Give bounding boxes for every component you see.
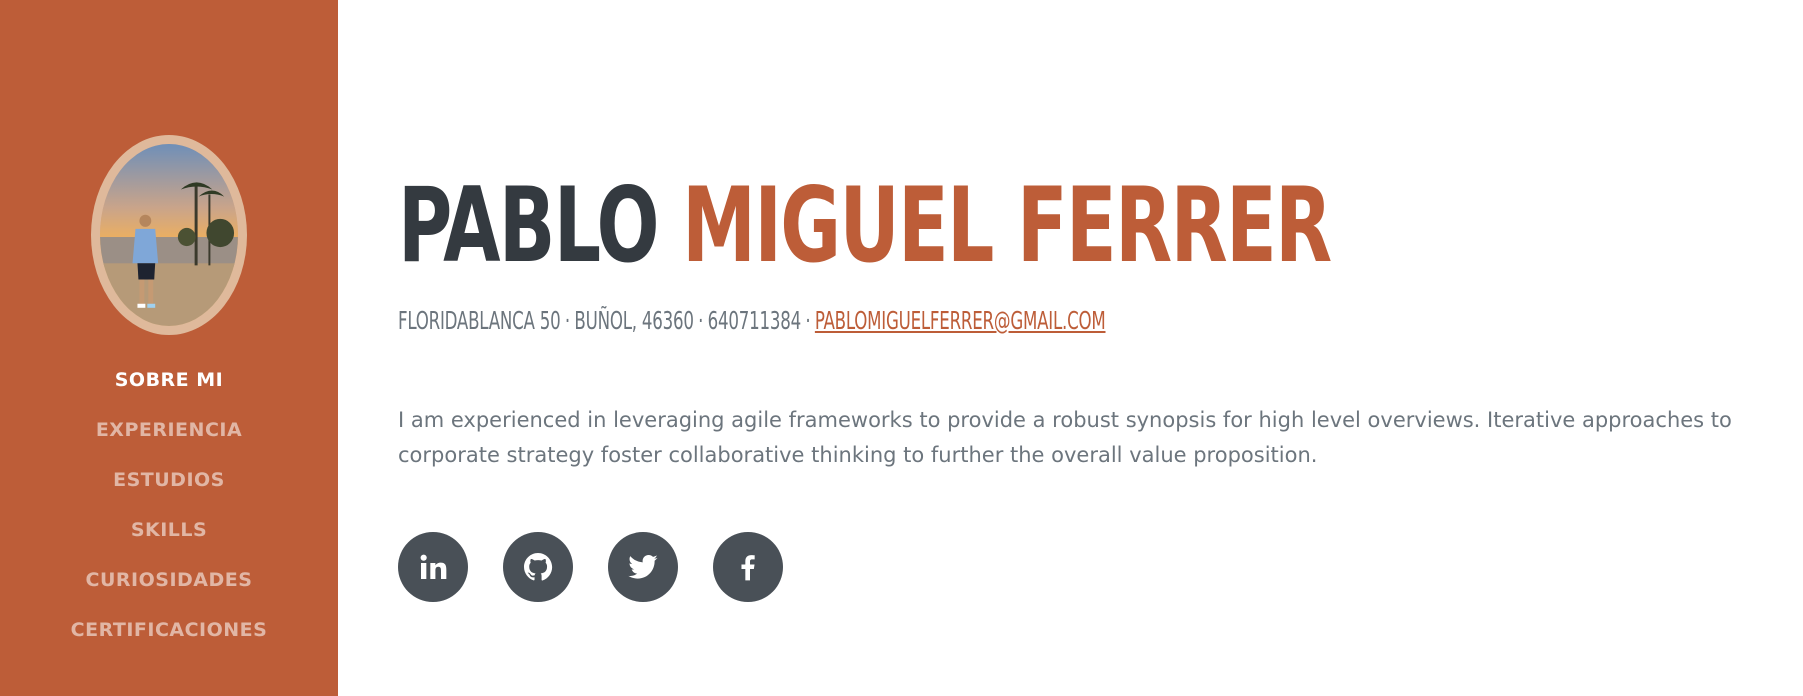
contact-separator: ·: [698, 306, 704, 335]
contact-line: FLORIDABLANCA 50 · BUÑOL, 46360 · 640711384 ·…: [398, 305, 1106, 337]
avatar[interactable]: [91, 135, 247, 335]
github-icon: [524, 553, 553, 581]
bio-text: I am experienced in leveraging agile fra…: [398, 408, 1732, 467]
profile-photo: [100, 144, 238, 326]
page-title: PABLO MIGUEL FERRER: [398, 175, 1332, 278]
contact-phone: 640711384: [707, 306, 802, 335]
contact-address: FLORIDABLANCA 50: [398, 306, 561, 335]
twitter-button[interactable]: [608, 532, 678, 602]
github-button[interactable]: [503, 532, 573, 602]
last-name: MIGUEL FERRER: [682, 166, 1332, 286]
sidebar: SOBRE MI EXPERIENCIA ESTUDIOS SKILLS CUR…: [0, 0, 338, 696]
main-content: PABLO MIGUEL FERRER FLORIDABLANCA 50 · BUÑ…: [398, 0, 1758, 696]
twitter-icon: [628, 555, 658, 579]
facebook-button[interactable]: [713, 532, 783, 602]
contact-city: BUÑOL, 46360: [574, 306, 694, 335]
nav-item-curiosidades[interactable]: CURIOSIDADES: [0, 555, 338, 605]
nav-item-experiencia[interactable]: EXPERIENCIA: [0, 405, 338, 455]
nav-item-estudios[interactable]: ESTUDIOS: [0, 455, 338, 505]
nav-item-certificaciones[interactable]: CERTIFICACIONES: [0, 605, 338, 655]
sidebar-nav: SOBRE MI EXPERIENCIA ESTUDIOS SKILLS CUR…: [0, 355, 338, 655]
nav-item-skills[interactable]: SKILLS: [0, 505, 338, 555]
linkedin-icon: [420, 554, 447, 579]
contact-separator: ·: [564, 306, 570, 335]
social-links: [398, 532, 783, 602]
first-name: PABLO: [398, 166, 660, 286]
facebook-icon: [741, 555, 755, 581]
email-link[interactable]: PABLOMIGUELFERRER@GMAIL.COM: [815, 306, 1106, 335]
nav-item-sobre-mi[interactable]: SOBRE MI: [0, 355, 338, 405]
linkedin-button[interactable]: [398, 532, 468, 602]
contact-separator: ·: [805, 306, 811, 335]
